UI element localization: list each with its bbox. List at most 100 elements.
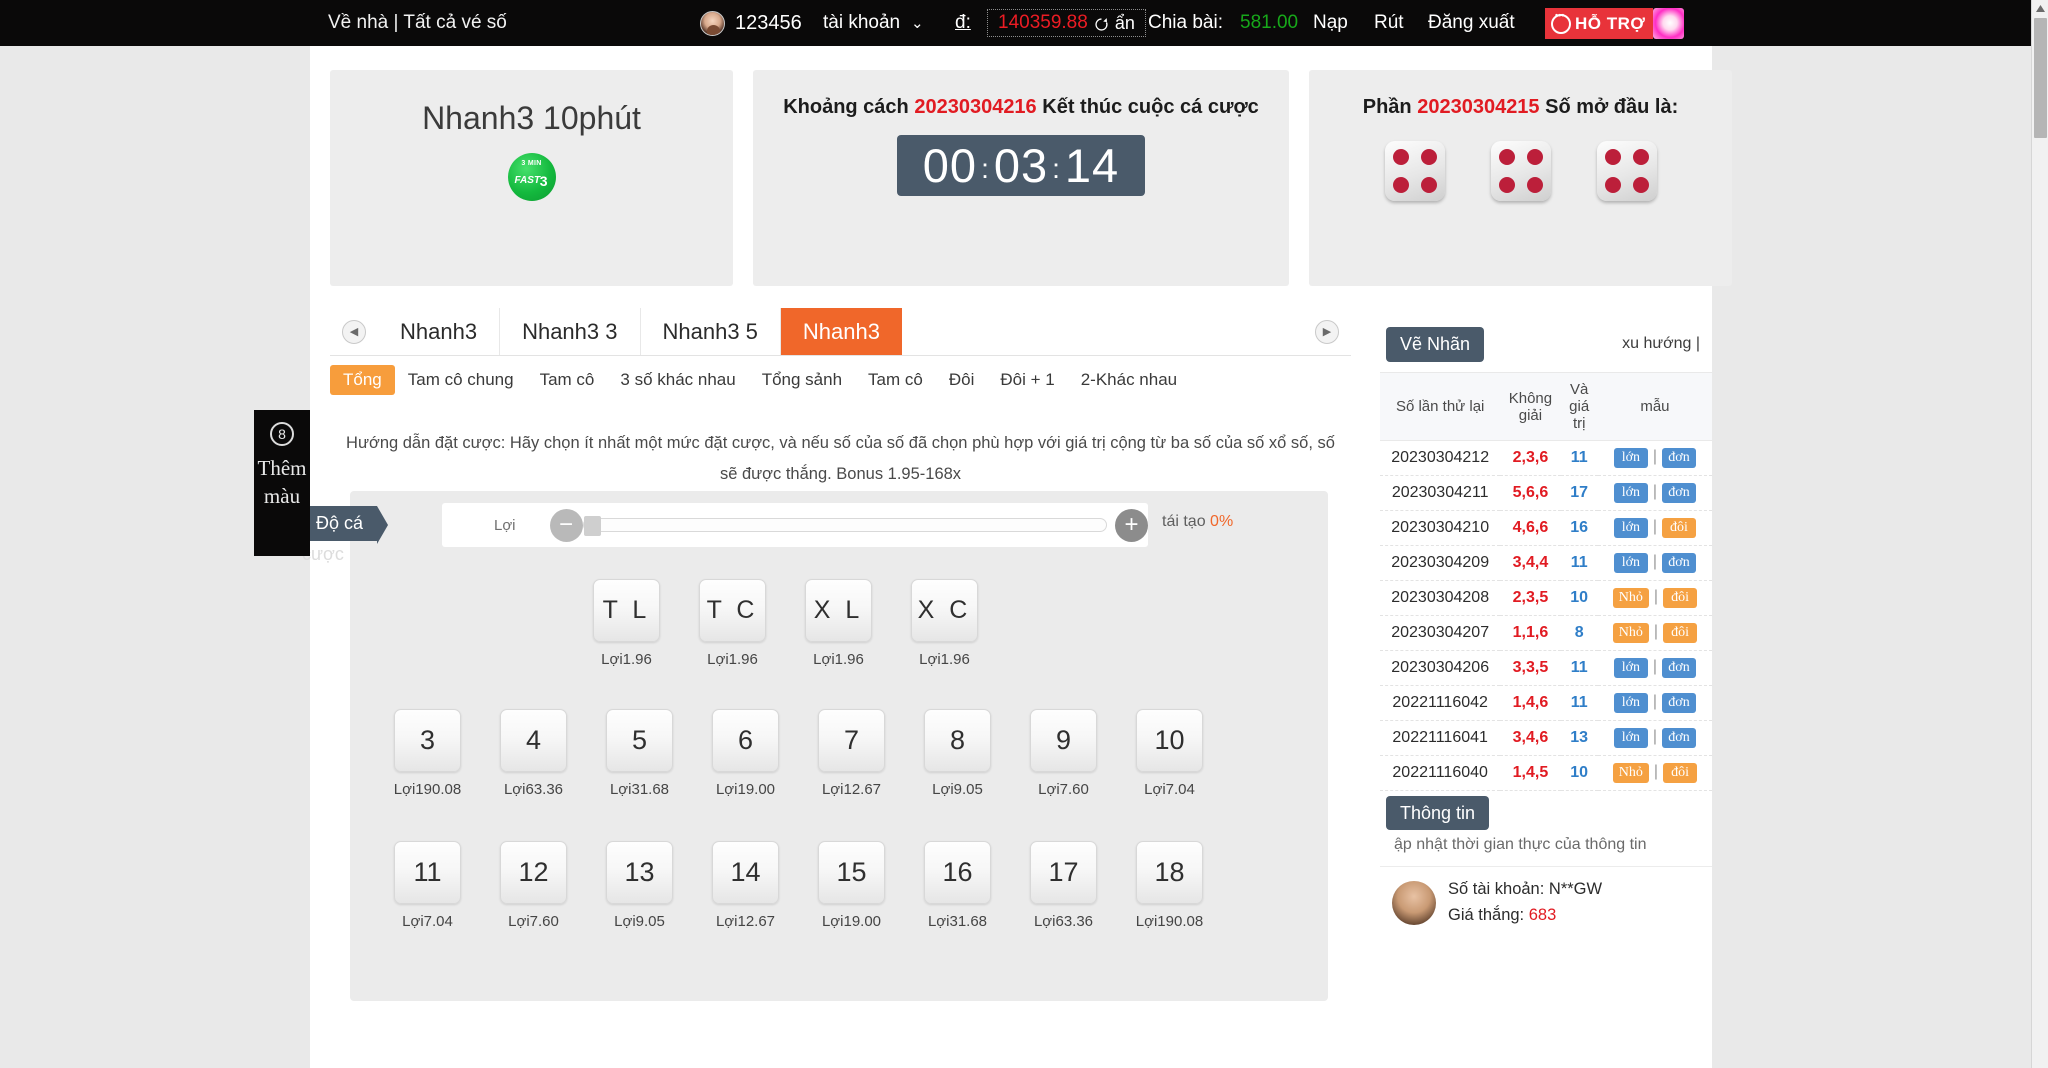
- deposit-button[interactable]: Nạp: [1313, 12, 1348, 34]
- game-tab-1[interactable]: Nhanh3: [378, 308, 500, 355]
- bet-type-tab-5[interactable]: Tổng sảnh: [749, 365, 855, 395]
- regenerate-label: tái tạo: [1162, 513, 1206, 530]
- bet-type-tab-7[interactable]: Đôi: [936, 365, 988, 395]
- slider-handle[interactable]: [584, 516, 601, 536]
- bet-tile-letter-1[interactable]: T LLợi1.96: [587, 579, 666, 668]
- eight-ball-icon: 8: [270, 422, 294, 446]
- row-pattern: Nhỏ|đôi: [1598, 581, 1712, 616]
- row-numbers: 1,4,5: [1500, 756, 1560, 791]
- bet-tile-letter-button-1[interactable]: T L: [593, 579, 660, 642]
- game-tab-3[interactable]: Nhanh3 5: [641, 308, 781, 355]
- bet-tile-sum-odds-8: Lợi7.04: [1144, 781, 1195, 798]
- row-numbers: 3,4,6: [1500, 721, 1560, 756]
- logout-button[interactable]: Đăng xuất: [1428, 12, 1515, 34]
- bet-tile-sum-b-1[interactable]: 11 Lợi7.04: [388, 841, 467, 930]
- bet-tile-sum-2[interactable]: 4Lợi63.36: [494, 709, 573, 798]
- add-color-flag[interactable]: 8 Thêm màu: [254, 410, 310, 556]
- status-badge-parity: đôi: [1662, 518, 1696, 538]
- support-button[interactable]: HỖ TRỢ: [1545, 8, 1684, 39]
- tabs-next-button[interactable]: ▶: [1303, 308, 1351, 355]
- bet-tiles-letters: T LLợi1.96 T CLợi1.96 X LLợi1.96 X CLợi1.96: [587, 579, 984, 668]
- bet-tile-letter-4[interactable]: X CLợi1.96: [905, 579, 984, 668]
- winner-win-value: 683: [1529, 906, 1557, 924]
- bet-tile-letter-3[interactable]: X LLợi1.96: [799, 579, 878, 668]
- bet-type-tab-4[interactable]: 3 số khác nhau: [607, 365, 748, 395]
- bet-tile-sum-b-8[interactable]: 18Lợi190.08: [1130, 841, 1209, 930]
- bet-tile-sum-3[interactable]: 5Lợi31.68: [600, 709, 679, 798]
- bet-tile-sum-b-button-8[interactable]: 18: [1136, 841, 1203, 904]
- bet-type-tab-3[interactable]: Tam cô: [527, 365, 608, 395]
- bet-tile-sum-b-button-4[interactable]: 14: [712, 841, 779, 904]
- support-pill[interactable]: HỖ TRỢ: [1545, 8, 1653, 39]
- die-pip: [1633, 149, 1649, 165]
- slider-track[interactable]: [583, 518, 1107, 532]
- bet-tile-letter-button-4[interactable]: X C: [911, 579, 978, 642]
- bet-type-tab-6[interactable]: Tam cô: [855, 365, 936, 395]
- bet-tile-letter-2[interactable]: T CLợi1.96: [693, 579, 772, 668]
- bet-tile-sum-b-button-6[interactable]: 16: [924, 841, 991, 904]
- bet-tile-sum-button-5[interactable]: 7: [818, 709, 885, 772]
- bet-tile-sum-b-6[interactable]: 16Lợi31.68: [918, 841, 997, 930]
- bet-tile-letter-button-2[interactable]: T C: [699, 579, 766, 642]
- bet-tile-sum-button-2[interactable]: 4: [500, 709, 567, 772]
- game-tab-2[interactable]: Nhanh3 3: [500, 308, 640, 355]
- refresh-icon[interactable]: [1094, 16, 1109, 31]
- bet-tile-sum-b-5[interactable]: 15Lợi19.00: [812, 841, 891, 930]
- bet-tile-sum-button-3[interactable]: 5: [606, 709, 673, 772]
- result-issue: 20230304215: [1417, 96, 1539, 118]
- trend-link[interactable]: xu hướng |: [1622, 335, 1700, 353]
- row-numbers: 4,6,6: [1500, 511, 1560, 546]
- info-button[interactable]: Thông tin: [1386, 796, 1489, 830]
- draw-label-button[interactable]: Vẽ Nhãn: [1386, 327, 1484, 362]
- bet-tile-sum-b-button-5[interactable]: 15: [818, 841, 885, 904]
- bet-tile-sum-b-2[interactable]: 12Lợi7.60: [494, 841, 573, 930]
- bet-tile-letter-button-3[interactable]: X L: [805, 579, 872, 642]
- bet-type-tab-8[interactable]: Đôi + 1: [987, 365, 1067, 395]
- status-badge-size: lớn: [1614, 518, 1648, 538]
- bet-type-tab-1[interactable]: Tổng: [330, 365, 395, 395]
- game-tab-4[interactable]: Nhanh3: [781, 308, 902, 355]
- hide-balance-label[interactable]: ẩn: [1115, 13, 1135, 34]
- bet-tile-sum-b-7[interactable]: 17Lợi63.36: [1024, 841, 1103, 930]
- row-sum: 11: [1561, 651, 1598, 686]
- account-menu-label[interactable]: tài khoản: [823, 12, 900, 34]
- bet-tile-sum-8[interactable]: 10 Lợi7.04: [1130, 709, 1209, 798]
- bet-tile-sum-button-8[interactable]: 10: [1136, 709, 1203, 772]
- bet-tile-sum-button-1[interactable]: 3: [394, 709, 461, 772]
- bet-tile-sum-b-button-3[interactable]: 13: [606, 841, 673, 904]
- bet-tile-sum-b-4[interactable]: 14Lợi12.67: [706, 841, 785, 930]
- balance-value: 140359.88: [998, 12, 1088, 34]
- increment-button[interactable]: +: [1115, 509, 1148, 542]
- currency-label: đ:: [955, 12, 971, 34]
- bet-tile-sum-button-4[interactable]: 6: [712, 709, 779, 772]
- bet-tile-sum-1[interactable]: 3Lợi190.08: [388, 709, 467, 798]
- bet-tile-sum-6[interactable]: 8Lợi9.05: [918, 709, 997, 798]
- countdown-colon-2: :: [1048, 153, 1065, 184]
- bet-tile-sum-b-button-7[interactable]: 17: [1030, 841, 1097, 904]
- badge-separator: |: [1648, 728, 1662, 745]
- bet-tile-sum-4[interactable]: 6Lợi19.00: [706, 709, 785, 798]
- bet-tile-sum-button-7[interactable]: 9: [1030, 709, 1097, 772]
- bet-amount-slider[interactable]: Lợi − +: [442, 503, 1148, 547]
- bet-tile-sum-button-6[interactable]: 8: [924, 709, 991, 772]
- home-links[interactable]: Về nhà | Tất cả vé số: [328, 12, 507, 34]
- scrollbar-thumb[interactable]: [2034, 18, 2047, 138]
- balance-box[interactable]: 140359.88 ẩn: [987, 9, 1146, 37]
- bet-tile-sum-b-button-1[interactable]: 11: [394, 841, 461, 904]
- bet-tile-sum-b-3[interactable]: 13Lợi9.05: [600, 841, 679, 930]
- withdraw-button[interactable]: Rút: [1374, 12, 1404, 34]
- mascot-icon: [1653, 8, 1684, 39]
- bet-type-tab-2[interactable]: Tam cô chung: [395, 365, 527, 395]
- bet-tile-sum-7[interactable]: 9Lợi7.60: [1024, 709, 1103, 798]
- scroll-up-icon[interactable]: [2032, 0, 2048, 17]
- bet-tile-sum-b-odds-1: Lợi7.04: [402, 913, 453, 930]
- bet-type-tab-9[interactable]: 2-Khác nhau: [1068, 365, 1190, 395]
- winner-avatar: [1392, 881, 1436, 925]
- bet-tile-sum-5[interactable]: 7Lợi12.67: [812, 709, 891, 798]
- tabs-prev-button[interactable]: ◀: [330, 308, 378, 355]
- decrement-button[interactable]: −: [550, 509, 583, 542]
- chevron-down-icon[interactable]: ⌄: [911, 14, 924, 32]
- page-scrollbar[interactable]: [2031, 0, 2048, 1068]
- countdown-panel: Khoảng cách 20230304216 Kết thúc cuộc cá…: [753, 70, 1289, 286]
- bet-tile-sum-b-button-2[interactable]: 12: [500, 841, 567, 904]
